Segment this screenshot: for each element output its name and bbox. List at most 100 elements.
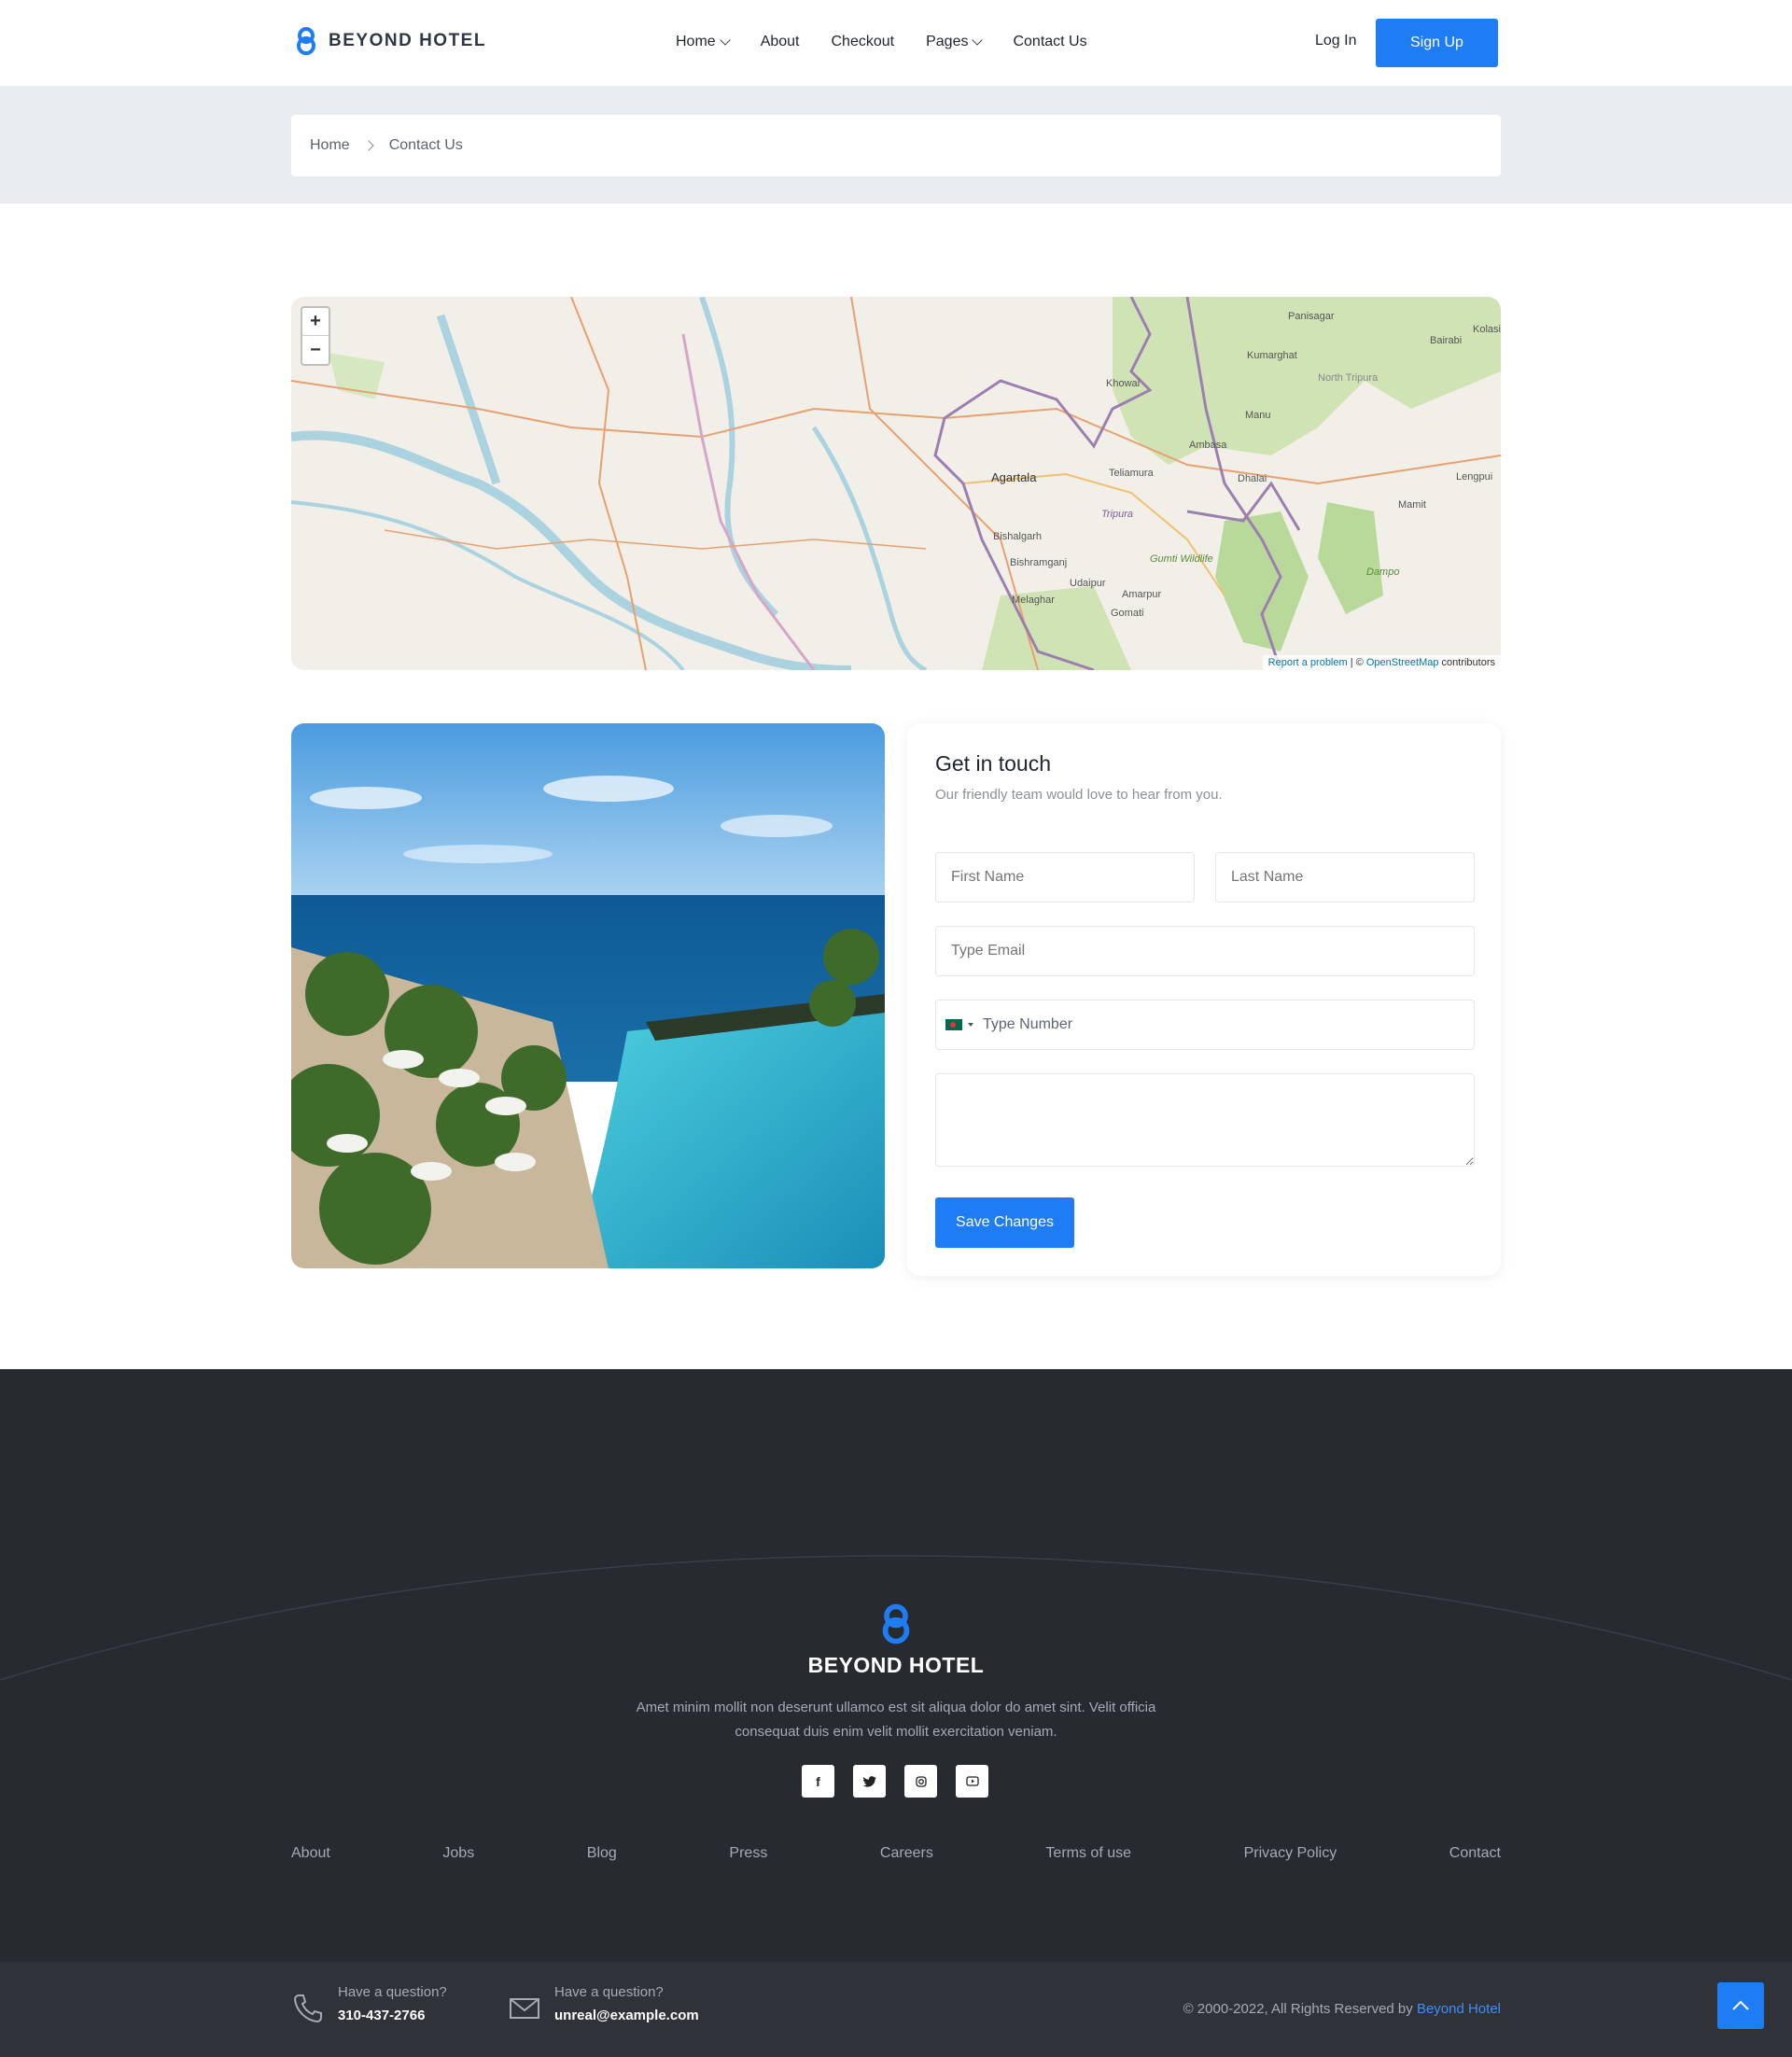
email-contact: Have a question? unreal@example.com — [508, 1984, 699, 2025]
svg-text:Dhalai: Dhalai — [1238, 473, 1267, 484]
svg-text:Lengpui: Lengpui — [1456, 471, 1492, 483]
nav-about-label: About — [760, 34, 800, 49]
svg-text:Gumti Wildlife: Gumti Wildlife — [1150, 553, 1213, 565]
map-zoom-control: + − — [301, 306, 330, 366]
first-name-field[interactable] — [935, 852, 1195, 903]
svg-text:Tripura: Tripura — [1101, 509, 1133, 520]
footer-link-careers[interactable]: Careers — [880, 1845, 933, 1862]
nav-checkout-label: Checkout — [831, 34, 895, 49]
main-nav: Home About Checkout Pages Contact Us — [676, 34, 1087, 50]
svg-text:Teliamura: Teliamura — [1109, 468, 1155, 479]
login-link[interactable]: Log In — [1315, 33, 1356, 49]
facebook-icon[interactable]: f — [802, 1765, 834, 1798]
footer-description: Amet minim mollit non deserunt ullamco e… — [636, 1700, 1156, 1740]
nav-pages[interactable]: Pages — [926, 34, 984, 50]
contact-form-card: Get in touch Our friendly team would lov… — [907, 723, 1501, 1276]
footer-link-privacy[interactable]: Privacy Policy — [1244, 1845, 1337, 1862]
breadcrumb: Home Contact Us — [291, 115, 1501, 176]
svg-text:Panisagar: Panisagar — [1288, 311, 1335, 322]
nav-contact-us[interactable]: Contact Us — [1013, 34, 1086, 50]
social-links: f — [802, 1765, 988, 1798]
form-subtitle: Our friendly team would love to hear fro… — [935, 787, 1223, 803]
attribution-tail: contributors — [1438, 657, 1495, 668]
save-changes-button[interactable]: Save Changes — [935, 1197, 1074, 1248]
signup-button[interactable]: Sign Up — [1376, 19, 1498, 67]
svg-text:Melaghar: Melaghar — [1012, 595, 1055, 606]
caret-down-icon — [968, 1023, 973, 1027]
email-address[interactable]: unreal@example.com — [554, 2008, 699, 2023]
svg-text:Agartala: Agartala — [991, 470, 1037, 484]
chevron-down-icon — [720, 35, 731, 46]
chevron-up-icon — [1732, 2000, 1749, 2010]
youtube-icon[interactable] — [956, 1765, 988, 1798]
svg-text:Dampo: Dampo — [1366, 567, 1399, 578]
footer-links: About Jobs Blog Press Careers Terms of u… — [291, 1845, 1501, 1862]
email-label: Have a question? — [554, 1984, 664, 2000]
message-field[interactable] — [935, 1073, 1475, 1167]
breadcrumb-home-link[interactable]: Home — [310, 137, 350, 154]
svg-text:Ambasa: Ambasa — [1189, 440, 1227, 451]
footer-logo-icon — [882, 1603, 910, 1644]
svg-text:Kumarghat: Kumarghat — [1247, 350, 1297, 361]
svg-text:Bishramganj: Bishramganj — [1010, 557, 1067, 568]
svg-text:Mamit: Mamit — [1398, 499, 1426, 511]
logo-icon — [297, 27, 315, 55]
copyright: © 2000-2022, All Rights Reserved by Beyo… — [1183, 2001, 1501, 2017]
copyright-brand-link[interactable]: Beyond Hotel — [1417, 2001, 1501, 2017]
footer-link-press[interactable]: Press — [729, 1845, 767, 1862]
location-map[interactable]: + − Agartala Tripura Khowai Ambasa Telia… — [291, 297, 1501, 670]
map-tiles: Agartala Tripura Khowai Ambasa Teliamura… — [291, 297, 1501, 670]
nav-checkout[interactable]: Checkout — [832, 34, 895, 50]
hotel-pool-image — [291, 723, 885, 1268]
scroll-to-top-button[interactable] — [1717, 1982, 1764, 2029]
last-name-field[interactable] — [1215, 852, 1475, 903]
svg-text:Amarpur: Amarpur — [1122, 589, 1162, 600]
nav-contact-label: Contact Us — [1013, 34, 1087, 49]
mail-icon — [510, 1998, 539, 2019]
svg-text:Bishalgarh: Bishalgarh — [993, 531, 1042, 542]
footer-link-about[interactable]: About — [291, 1845, 330, 1862]
twitter-icon[interactable] — [853, 1765, 886, 1798]
breadcrumb-current: Contact Us — [388, 137, 463, 153]
footer-link-contact[interactable]: Contact — [1449, 1845, 1501, 1862]
osm-link[interactable]: OpenStreetMap — [1366, 657, 1439, 668]
svg-text:Kolasib: Kolasib — [1473, 324, 1501, 335]
phone-number[interactable]: 310-437-2766 — [338, 2008, 447, 2023]
footer-brand: BEYOND HOTEL — [807, 1653, 985, 1677]
site-header: BEYOND HOTEL Home About Checkout Pages C… — [0, 0, 1792, 86]
phone-contact: Have a question? 310-437-2766 — [291, 1984, 447, 2025]
site-footer: BEYOND HOTEL Amet minim mollit non deser… — [0, 1369, 1792, 1962]
footer-bottom-bar: Have a question? 310-437-2766 Have a que… — [0, 1962, 1792, 2057]
zoom-in-button[interactable]: + — [302, 308, 329, 336]
form-title: Get in touch — [935, 751, 1052, 776]
svg-text:Khowai: Khowai — [1106, 378, 1140, 389]
chevron-down-icon — [972, 35, 984, 46]
zoom-out-button[interactable]: − — [302, 336, 329, 364]
nav-pages-label: Pages — [926, 34, 969, 49]
nav-about[interactable]: About — [761, 34, 800, 50]
report-problem-link[interactable]: Report a problem — [1268, 657, 1348, 668]
copyright-text: © 2000-2022, All Rights Reserved by — [1183, 2001, 1417, 2017]
svg-text:North Tripura: North Tripura — [1318, 372, 1379, 384]
brand-logo[interactable]: BEYOND HOTEL — [293, 26, 486, 56]
svg-text:Manu: Manu — [1245, 410, 1271, 421]
phone-placeholder: Type Number — [983, 1016, 1073, 1032]
nav-home-label: Home — [676, 34, 716, 49]
svg-text:Gomati: Gomati — [1111, 608, 1143, 619]
email-field[interactable] — [935, 926, 1475, 976]
phone-label: Have a question? — [338, 1984, 447, 2000]
svg-text:Bairabi: Bairabi — [1430, 335, 1462, 346]
footer-link-terms[interactable]: Terms of use — [1045, 1845, 1131, 1862]
map-attribution: Report a problem | © OpenStreetMap contr… — [1262, 655, 1501, 670]
footer-link-blog[interactable]: Blog — [587, 1845, 617, 1862]
svg-text:Udaipur: Udaipur — [1070, 578, 1106, 589]
brand-name: BEYOND HOTEL — [329, 31, 486, 50]
instagram-icon[interactable] — [904, 1765, 937, 1798]
nav-home[interactable]: Home — [676, 34, 731, 50]
pool-illustration — [291, 723, 885, 1268]
bangladesh-flag-icon[interactable] — [945, 1019, 962, 1030]
phone-icon — [293, 1994, 322, 2023]
attribution-sep: | © — [1347, 657, 1366, 668]
footer-link-jobs[interactable]: Jobs — [442, 1845, 474, 1862]
phone-field[interactable]: Type Number — [935, 1000, 1475, 1050]
